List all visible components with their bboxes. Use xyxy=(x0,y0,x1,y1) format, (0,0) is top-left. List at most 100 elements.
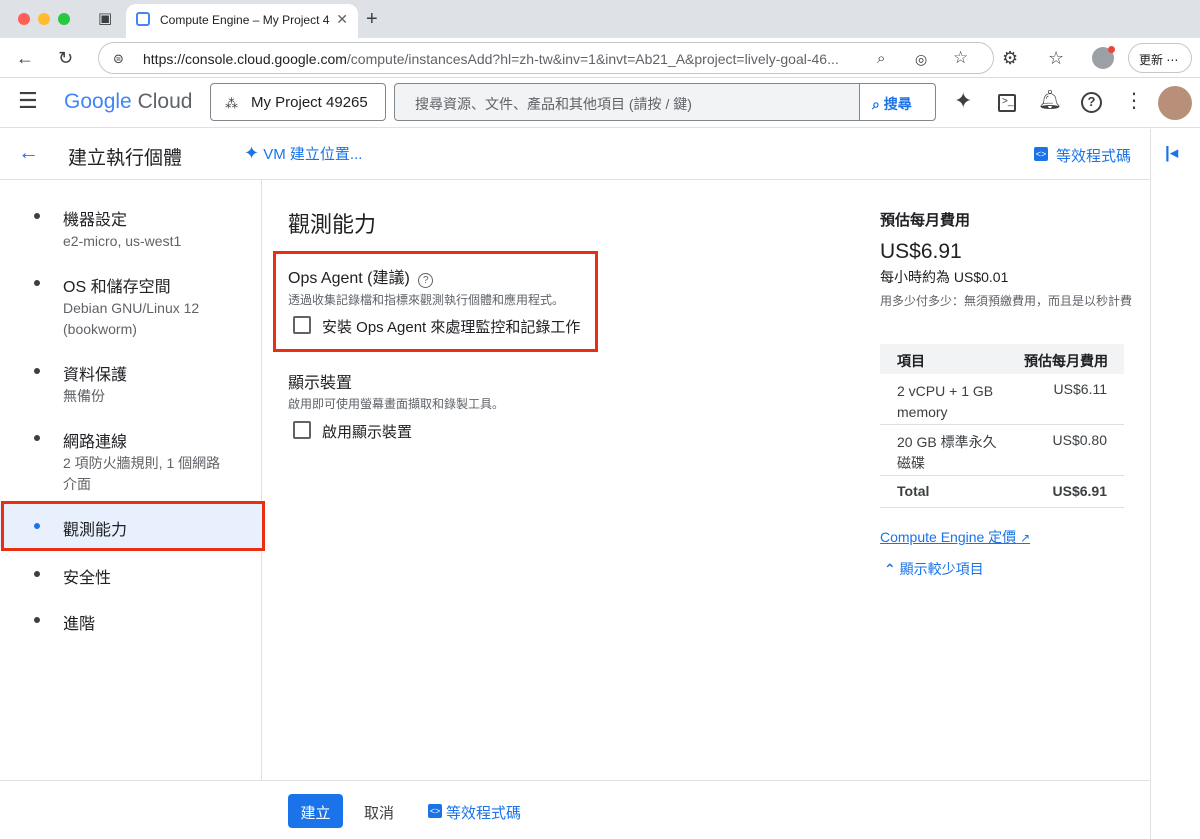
nav-item-label: 安全性 xyxy=(63,570,112,587)
logo-google-text: Google xyxy=(64,90,132,113)
project-icon: ⁂ xyxy=(225,96,238,111)
row-item: 2 vCPU + 1 GB memory xyxy=(897,383,994,420)
nav-item-sub: 無備份 xyxy=(63,388,105,404)
table-row-total: Total US$6.91 xyxy=(880,476,1124,508)
tab-title: Compute Engine – My Project 4 xyxy=(160,13,330,27)
back-arrow-icon[interactable]: ← xyxy=(18,142,39,163)
more-options-icon[interactable]: ⋮ xyxy=(1124,91,1144,111)
tracking-icon[interactable]: ◎ xyxy=(915,49,927,69)
page-header: ← 建立執行個體 ✦ VM 建立位置... <> 等效程式碼 xyxy=(0,129,1150,180)
nav-item-os-storage[interactable]: OS 和儲存空間 Debian GNU/Linux 12 (bookworm) xyxy=(0,271,262,341)
monthly-cost: US$6.91 xyxy=(880,240,962,263)
extensions-icon[interactable]: ⚙ xyxy=(1002,48,1018,68)
search-icon: ⌕ xyxy=(872,96,880,112)
show-less-button[interactable]: ⌃ 顯示較少項目 xyxy=(884,559,984,579)
expand-panel-icon[interactable]: |◂ xyxy=(1165,143,1178,163)
pricing-link[interactable]: Compute Engine 定價 ↗ xyxy=(880,527,1030,547)
browser-tab[interactable]: Compute Engine – My Project 4 ✕ xyxy=(126,4,358,38)
total-label: Total xyxy=(897,483,930,499)
maximize-window-button[interactable] xyxy=(58,13,70,25)
vm-location-label: VM 建立位置... xyxy=(263,146,363,163)
section-heading: 觀測能力 xyxy=(288,212,377,237)
display-device-title: 顯示裝置 xyxy=(288,375,353,392)
zoom-icon[interactable]: ⌕ xyxy=(877,49,885,69)
sidebar-toggle-icon[interactable]: ▣ xyxy=(98,9,112,29)
highlight-box-nav xyxy=(1,501,265,551)
menu-icon[interactable]: ☰ xyxy=(18,90,38,112)
nav-item-label: 機器設定 xyxy=(63,212,128,229)
nav-item-label: 進階 xyxy=(63,616,96,633)
chevron-up-icon: ⌃ xyxy=(884,561,896,577)
nav-item-sub: e2-micro, us-west1 xyxy=(63,233,182,249)
search-button-label: 搜尋 xyxy=(883,96,912,112)
project-picker[interactable]: ⁂ My Project 49265 xyxy=(210,83,386,121)
display-device-checkbox[interactable] xyxy=(293,421,311,439)
footer-bar: 建立 取消 <> 等效程式碼 xyxy=(0,780,1150,839)
help-circle-icon[interactable]: ? xyxy=(418,273,434,288)
google-cloud-logo[interactable]: Google Cloud xyxy=(64,90,192,114)
row-cost: US$0.80 xyxy=(1052,432,1107,448)
notification-dot xyxy=(1108,46,1115,53)
code-icon: <> xyxy=(1034,147,1048,161)
vm-location-button[interactable]: ✦ VM 建立位置... xyxy=(244,143,362,164)
row-item: 20 GB 標準永久磁碟 xyxy=(897,434,997,471)
minimize-window-button[interactable] xyxy=(38,13,50,25)
nav-item-label: OS 和儲存空間 xyxy=(63,279,171,296)
pricing-link-label: Compute Engine 定價 xyxy=(880,529,1017,545)
update-button[interactable]: 更新 ⋯ xyxy=(1128,43,1192,73)
url-text: https://console.cloud.google.com/compute… xyxy=(143,51,839,67)
create-button[interactable]: 建立 xyxy=(288,794,343,828)
nav-bullet xyxy=(34,280,40,286)
cost-table-header: 項目 預估每月費用 xyxy=(880,344,1124,374)
total-value: US$6.91 xyxy=(1052,483,1107,499)
ops-agent-title-text: Ops Agent (建議) xyxy=(288,270,410,287)
cancel-button[interactable]: 取消 xyxy=(364,802,394,823)
new-tab-icon[interactable]: + xyxy=(366,9,378,29)
ops-agent-checkbox-label[interactable]: 安裝 Ops Agent 來處理監控和記錄工作 xyxy=(322,316,580,337)
equivalent-code-button[interactable]: <> 等效程式碼 xyxy=(1034,145,1131,166)
nav-bullet xyxy=(34,435,40,441)
footer-equivalent-code-button[interactable]: <> 等效程式碼 xyxy=(428,802,521,823)
nav-bullet xyxy=(34,368,40,374)
nav-item-data-protection[interactable]: 資料保護 無備份 xyxy=(0,359,262,409)
ops-agent-title: Ops Agent (建議) ? xyxy=(288,264,434,288)
page-title: 建立執行個體 xyxy=(68,148,183,169)
ops-agent-description: 透過收集記錄檔和指標來觀測執行個體和應用程式。 xyxy=(288,293,565,307)
nav-item-sub: 2 項防火牆規則, 1 個網路介面 xyxy=(63,455,221,492)
search-button[interactable]: ⌕ 搜尋 xyxy=(859,84,935,120)
close-window-button[interactable] xyxy=(18,13,30,25)
back-icon[interactable]: ← xyxy=(16,48,34,68)
nav-item-sub: Debian GNU/Linux 12 (bookworm) xyxy=(63,300,200,337)
reload-icon[interactable]: ↻ xyxy=(58,48,73,68)
nav-item-machine[interactable]: 機器設定 e2-micro, us-west1 xyxy=(0,204,262,254)
logo-cloud-text: Cloud xyxy=(137,90,193,113)
project-name: My Project 49265 xyxy=(251,94,368,111)
compute-engine-icon xyxy=(136,12,150,26)
address-bar[interactable]: ⊜ https://console.cloud.google.com/compu… xyxy=(98,42,994,74)
close-tab-icon[interactable]: ✕ xyxy=(336,11,348,28)
site-info-icon[interactable]: ⊜ xyxy=(113,49,124,69)
help-icon[interactable]: ? xyxy=(1081,92,1102,113)
search-placeholder: 搜尋資源、文件、產品和其他項目 (請按 / 鍵) xyxy=(415,96,692,112)
col-cost-header: 預估每月費用 xyxy=(1024,353,1108,369)
section-nav: 機器設定 e2-micro, us-west1 OS 和儲存空間 Debian … xyxy=(0,180,262,780)
browser-tab-bar: ▣ Compute Engine – My Project 4 ✕ + xyxy=(0,0,1200,38)
user-avatar[interactable] xyxy=(1158,86,1192,120)
notifications-icon[interactable]: 🔔︎ xyxy=(1038,91,1062,111)
cloud-shell-icon[interactable]: >_ xyxy=(998,94,1016,112)
col-item-header: 項目 xyxy=(897,353,925,369)
display-device-description: 啟用即可使用螢幕畫面擷取和錄製工具。 xyxy=(288,397,505,411)
nav-bullet xyxy=(34,617,40,623)
favorites-icon[interactable]: ☆ xyxy=(1048,48,1064,68)
cost-title: 預估每月費用 xyxy=(880,212,971,229)
display-device-checkbox-label[interactable]: 啟用顯示裝置 xyxy=(322,421,412,442)
equivalent-code-label: 等效程式碼 xyxy=(1056,148,1132,165)
search-bar[interactable]: 搜尋資源、文件、產品和其他項目 (請按 / 鍵) ⌕ 搜尋 xyxy=(394,83,936,121)
ops-agent-checkbox[interactable] xyxy=(293,316,311,334)
gemini-icon[interactable]: ✦ xyxy=(954,90,972,112)
nav-item-security[interactable]: 安全性 xyxy=(0,562,262,592)
nav-item-advanced[interactable]: 進階 xyxy=(0,608,262,638)
bookmark-star-icon[interactable]: ☆ xyxy=(953,48,968,68)
nav-item-networking[interactable]: 網路連線 2 項防火牆規則, 1 個網路介面 xyxy=(0,426,262,496)
code-icon: <> xyxy=(428,804,442,818)
